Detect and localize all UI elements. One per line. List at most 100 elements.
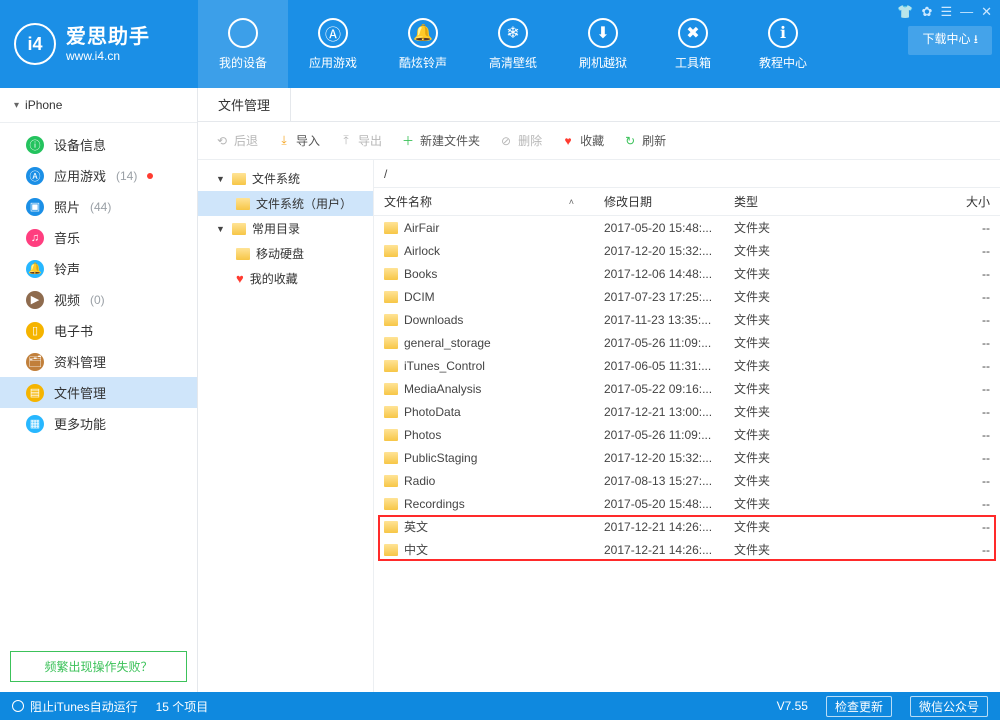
file-type: 文件夹 bbox=[724, 288, 804, 305]
folder-icon bbox=[384, 383, 398, 395]
chevron-down-icon: ▼ bbox=[216, 224, 226, 234]
folder-icon bbox=[384, 360, 398, 372]
refresh-button[interactable]: ↻刷新 bbox=[622, 132, 666, 149]
file-row[interactable]: MediaAnalysis2017-05-22 09:16:...文件夹-- bbox=[374, 377, 1000, 400]
sidebar-item-8[interactable]: ▤文件管理 bbox=[0, 377, 197, 408]
sidebar-item-label: 资料管理 bbox=[54, 352, 106, 371]
check-update-button[interactable]: 检查更新 bbox=[826, 696, 892, 717]
sidebar-item-9[interactable]: ▦更多功能 bbox=[0, 408, 197, 439]
column-type[interactable]: 类型 bbox=[724, 193, 804, 210]
sidebar-item-0[interactable]: ⓘ设备信息 bbox=[0, 129, 197, 160]
nav-item-2[interactable]: 🔔酷炫铃声 bbox=[378, 0, 468, 88]
favorite-button[interactable]: ♥收藏 bbox=[560, 132, 604, 149]
import-button[interactable]: ⤓导入 bbox=[276, 132, 320, 149]
file-row[interactable]: AirFair2017-05-20 15:48:...文件夹-- bbox=[374, 216, 1000, 239]
sidebar-item-5[interactable]: ▶视频(0) bbox=[0, 284, 197, 315]
folder-icon bbox=[384, 498, 398, 510]
column-name[interactable]: 文件名称˄ bbox=[374, 193, 594, 210]
file-row[interactable]: PublicStaging2017-12-20 15:32:...文件夹-- bbox=[374, 446, 1000, 469]
close-icon[interactable]: ✕ bbox=[981, 4, 992, 20]
nav-item-0[interactable]: 我的设备 bbox=[198, 0, 288, 88]
file-row[interactable]: Photos2017-05-26 11:09:...文件夹-- bbox=[374, 423, 1000, 446]
download-center-button[interactable]: 下载中心 ⭳ bbox=[908, 26, 992, 55]
file-type: 文件夹 bbox=[724, 449, 804, 466]
file-date: 2017-05-20 15:48:... bbox=[594, 221, 724, 235]
file-row[interactable]: general_storage2017-05-26 11:09:...文件夹-- bbox=[374, 331, 1000, 354]
file-row[interactable]: Downloads2017-11-23 13:35:...文件夹-- bbox=[374, 308, 1000, 331]
device-selector[interactable]: iPhone bbox=[0, 88, 197, 123]
tree-filesystem[interactable]: ▼文件系统 bbox=[198, 166, 373, 191]
sidebar-item-icon: 🔔 bbox=[26, 260, 44, 278]
sidebar-item-count: (0) bbox=[90, 293, 105, 307]
nav-icon: ℹ bbox=[768, 18, 798, 48]
nav-icon: ⬇ bbox=[588, 18, 618, 48]
sidebar-item-icon: ▯ bbox=[26, 322, 44, 340]
sidebar-item-6[interactable]: ▯ 电子书 bbox=[0, 315, 197, 346]
file-row[interactable]: 英文2017-12-21 14:26:...文件夹-- bbox=[374, 515, 1000, 538]
sort-asc-icon: ˄ bbox=[569, 197, 574, 207]
sidebar-item-2[interactable]: ▣照片(44) bbox=[0, 191, 197, 222]
export-button[interactable]: ⤒导出 bbox=[338, 132, 382, 149]
nav-item-4[interactable]: ⬇刷机越狱 bbox=[558, 0, 648, 88]
file-date: 2017-06-05 11:31:... bbox=[594, 359, 724, 373]
nav-item-6[interactable]: ℹ教程中心 bbox=[738, 0, 828, 88]
back-button[interactable]: ⟲后退 bbox=[214, 132, 258, 149]
export-icon: ⤒ bbox=[338, 133, 354, 149]
file-row[interactable]: Books2017-12-06 14:48:...文件夹-- bbox=[374, 262, 1000, 285]
file-row[interactable]: Radio2017-08-13 15:27:...文件夹-- bbox=[374, 469, 1000, 492]
new-folder-button[interactable]: ＋新建文件夹 bbox=[400, 132, 480, 149]
sidebar-item-7[interactable]: 🗂资料管理 bbox=[0, 346, 197, 377]
path-bar[interactable]: / bbox=[374, 160, 1000, 188]
sidebar-item-count: (14) bbox=[116, 169, 137, 183]
tree-user-filesystem[interactable]: 文件系统（用户） bbox=[198, 191, 373, 216]
file-size: -- bbox=[804, 336, 1000, 350]
file-row[interactable]: Recordings2017-05-20 15:48:...文件夹-- bbox=[374, 492, 1000, 515]
file-type: 文件夹 bbox=[724, 265, 804, 282]
delete-button[interactable]: ⊘删除 bbox=[498, 132, 542, 149]
file-size: -- bbox=[804, 474, 1000, 488]
wechat-button[interactable]: 微信公众号 bbox=[910, 696, 988, 717]
minimize-icon[interactable]: — bbox=[960, 4, 973, 20]
sidebar: iPhone ⓘ设备信息Ⓐ应用游戏(14)▣照片(44)♫音乐🔔铃声▶视频(0)… bbox=[0, 88, 198, 692]
nav-item-3[interactable]: ❄高清壁纸 bbox=[468, 0, 558, 88]
file-name: Recordings bbox=[404, 497, 465, 511]
block-itunes-toggle[interactable]: 阻止iTunes自动运行 bbox=[12, 698, 138, 715]
gear-icon[interactable]: ✿ bbox=[922, 4, 933, 20]
chevron-down-icon: ▼ bbox=[216, 174, 226, 184]
file-type: 文件夹 bbox=[724, 357, 804, 374]
file-date: 2017-05-26 11:09:... bbox=[594, 428, 724, 442]
sidebar-item-label: 电子书 bbox=[54, 321, 93, 340]
file-row[interactable]: 中文2017-12-21 14:26:...文件夹-- bbox=[374, 538, 1000, 561]
file-row[interactable]: DCIM2017-07-23 17:25:...文件夹-- bbox=[374, 285, 1000, 308]
column-date[interactable]: 修改日期 bbox=[594, 193, 724, 210]
file-size: -- bbox=[804, 428, 1000, 442]
file-size: -- bbox=[804, 451, 1000, 465]
file-size: -- bbox=[804, 405, 1000, 419]
sidebar-item-4[interactable]: 🔔铃声 bbox=[0, 253, 197, 284]
column-size[interactable]: 大小 bbox=[804, 193, 1000, 210]
folder-icon bbox=[384, 475, 398, 487]
help-banner[interactable]: 频繁出现操作失败？ bbox=[10, 651, 187, 682]
file-row[interactable]: Airlock2017-12-20 15:32:...文件夹-- bbox=[374, 239, 1000, 262]
sidebar-list: ⓘ设备信息Ⓐ应用游戏(14)▣照片(44)♫音乐🔔铃声▶视频(0) ▯ 电子书 🗂资料… bbox=[0, 123, 197, 641]
item-count: 15 个项目 bbox=[156, 698, 209, 715]
nav-item-1[interactable]: Ⓐ应用游戏 bbox=[288, 0, 378, 88]
tree-common-dir[interactable]: ▼常用目录 bbox=[198, 216, 373, 241]
device-name: iPhone bbox=[25, 98, 62, 112]
tree-mobile-hdd[interactable]: 移动硬盘 bbox=[198, 241, 373, 266]
file-name: 英文 bbox=[404, 518, 428, 535]
sidebar-item-1[interactable]: Ⓐ应用游戏(14) bbox=[0, 160, 197, 191]
folder-icon bbox=[384, 245, 398, 257]
main-nav: 我的设备Ⓐ应用游戏🔔酷炫铃声❄高清壁纸⬇刷机越狱✖工具箱ℹ教程中心 bbox=[198, 0, 828, 88]
menu-icon[interactable]: ☰ bbox=[940, 4, 952, 20]
file-type: 文件夹 bbox=[724, 472, 804, 489]
new-folder-icon: ＋ bbox=[400, 133, 416, 149]
file-row[interactable]: iTunes_Control2017-06-05 11:31:...文件夹-- bbox=[374, 354, 1000, 377]
tree-my-favorites[interactable]: ♥我的收藏 bbox=[198, 266, 373, 291]
nav-item-5[interactable]: ✖工具箱 bbox=[648, 0, 738, 88]
status-bar: 阻止iTunes自动运行 15 个项目 V7.55 检查更新 微信公众号 bbox=[0, 692, 1000, 720]
tshirt-icon[interactable]: 👕 bbox=[897, 4, 913, 20]
sidebar-item-3[interactable]: ♫音乐 bbox=[0, 222, 197, 253]
file-row[interactable]: PhotoData2017-12-21 13:00:...文件夹-- bbox=[374, 400, 1000, 423]
tab-file-manage[interactable]: 文件管理 bbox=[198, 88, 291, 121]
